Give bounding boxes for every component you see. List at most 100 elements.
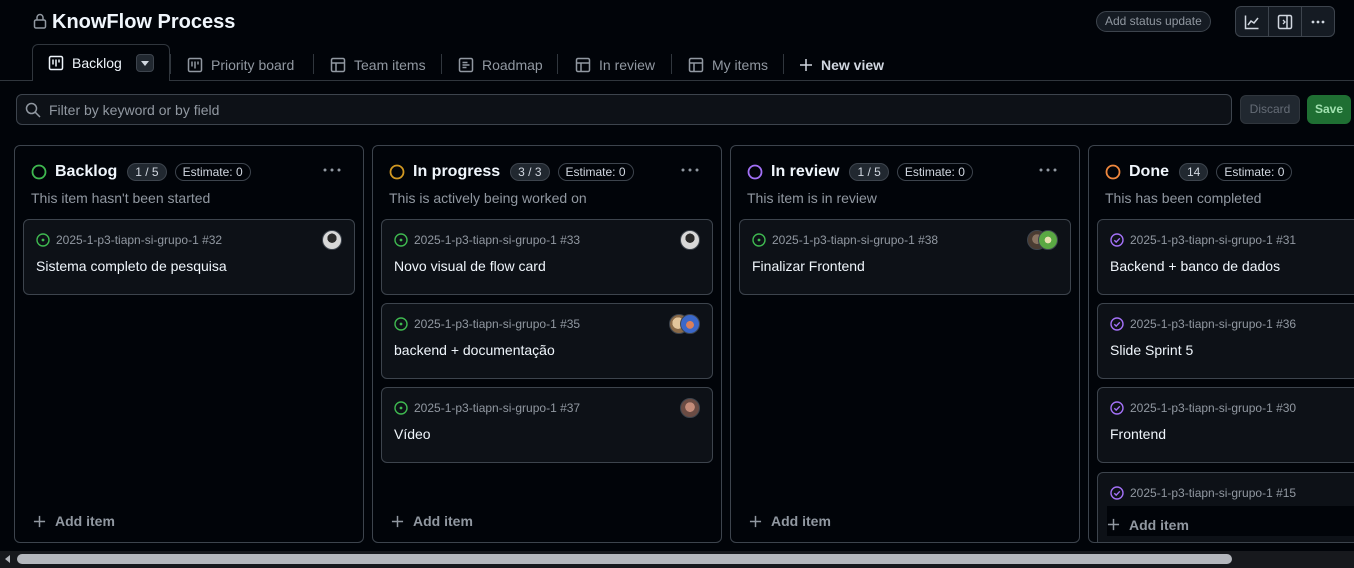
- tab-label: Backlog: [72, 55, 122, 71]
- scroll-left-arrow[interactable]: [5, 555, 10, 563]
- column-menu-button[interactable]: [1039, 160, 1057, 176]
- project-board-icon: [48, 55, 64, 71]
- issue-reference: 2025-1-p3-tiapn-si-grupo-1 #37: [394, 401, 580, 415]
- issue-title[interactable]: Vídeo: [394, 426, 431, 442]
- tab-divider: [671, 54, 672, 74]
- issue-card[interactable]: 2025-1-p3-tiapn-si-grupo-1 #36 Slide Spr…: [1097, 303, 1354, 379]
- assignees[interactable]: [680, 230, 700, 250]
- issue-opened-icon: [394, 401, 408, 415]
- add-item-button[interactable]: Add item: [391, 513, 473, 529]
- issue-closed-icon: [1110, 233, 1124, 247]
- project-title: KnowFlow Process: [52, 11, 236, 33]
- assignees[interactable]: [322, 230, 342, 250]
- project-board-icon: [187, 57, 203, 73]
- issue-ref-text: 2025-1-p3-tiapn-si-grupo-1 #30: [1130, 401, 1297, 415]
- column-done: Done 14 Estimate: 0 This has been comple…: [1088, 145, 1354, 543]
- add-item-button[interactable]: Add item: [33, 513, 115, 529]
- add-item-button[interactable]: Add item: [749, 513, 831, 529]
- new-view-button[interactable]: New view: [799, 54, 884, 76]
- discard-button[interactable]: Discard: [1240, 95, 1300, 124]
- issue-title[interactable]: Sistema completo de pesquisa: [36, 258, 227, 274]
- issue-title[interactable]: backend + documentação: [394, 342, 555, 358]
- insights-button[interactable]: [1236, 7, 1269, 36]
- column-description: This is actively being worked on: [389, 190, 587, 206]
- issue-reference: 2025-1-p3-tiapn-si-grupo-1 #31: [1110, 233, 1296, 247]
- issue-title[interactable]: Slide Sprint 5: [1110, 342, 1193, 358]
- kebab-horizontal-icon: [1039, 168, 1057, 172]
- kebab-horizontal-icon: [323, 168, 341, 172]
- issue-title[interactable]: Novo visual de flow card: [394, 258, 546, 274]
- scrollbar-thumb[interactable]: [17, 554, 1232, 564]
- add-status-update-button[interactable]: Add status update: [1096, 11, 1211, 32]
- column-menu-button[interactable]: [323, 160, 341, 176]
- issue-card[interactable]: 2025-1-p3-tiapn-si-grupo-1 #33 Novo visu…: [381, 219, 713, 295]
- column-in-progress: In progress 3 / 3 Estimate: 0 This is ac…: [372, 145, 722, 543]
- horizontal-scrollbar[interactable]: [0, 551, 1354, 568]
- estimate-badge: Estimate: 0: [174, 163, 251, 181]
- column-menu-button[interactable]: [681, 160, 699, 176]
- issue-reference: 2025-1-p3-tiapn-si-grupo-1 #38: [752, 233, 938, 247]
- issue-reference: 2025-1-p3-tiapn-si-grupo-1 #30: [1110, 401, 1296, 415]
- tab-backlog[interactable]: Backlog: [32, 44, 170, 81]
- lock-icon: [33, 13, 47, 29]
- column-backlog: Backlog 1 / 5 Estimate: 0 This item hasn…: [14, 145, 364, 543]
- save-button[interactable]: Save: [1307, 95, 1351, 124]
- issue-closed-icon: [1110, 486, 1124, 500]
- add-item-label: Add item: [55, 513, 115, 529]
- issue-ref-text: 2025-1-p3-tiapn-si-grupo-1 #38: [772, 233, 939, 247]
- column-description: This has been completed: [1105, 190, 1262, 206]
- issue-card[interactable]: 2025-1-p3-tiapn-si-grupo-1 #35 backend +…: [381, 303, 713, 379]
- issue-reference: 2025-1-p3-tiapn-si-grupo-1 #32: [36, 233, 222, 247]
- view-tabs: Backlog Priority board Team items Roadma…: [0, 44, 1354, 81]
- status-circle-icon: [747, 164, 763, 180]
- issue-card[interactable]: 2025-1-p3-tiapn-si-grupo-1 #30 Frontend: [1097, 387, 1354, 463]
- tab-label: Team items: [354, 57, 426, 73]
- assignees[interactable]: [669, 314, 700, 334]
- tab-divider: [313, 54, 314, 74]
- toggle-panel-button[interactable]: [1269, 7, 1302, 36]
- tab-label: Priority board: [211, 57, 295, 73]
- kebab-horizontal-icon: [681, 168, 699, 172]
- tab-label: New view: [821, 57, 885, 73]
- issue-card[interactable]: 2025-1-p3-tiapn-si-grupo-1 #37 Vídeo: [381, 387, 713, 463]
- avatar: [680, 230, 700, 250]
- avatar: [1038, 230, 1058, 250]
- issue-title[interactable]: Frontend: [1110, 426, 1166, 442]
- issue-title[interactable]: Backend + banco de dados: [1110, 258, 1280, 274]
- add-item-button[interactable]: Add item: [1107, 506, 1354, 536]
- issue-card[interactable]: 2025-1-p3-tiapn-si-grupo-1 #31 Backend +…: [1097, 219, 1354, 295]
- estimate-badge: Estimate: 0: [1216, 163, 1293, 181]
- issue-opened-icon: [394, 317, 408, 331]
- assignees[interactable]: [1027, 230, 1058, 250]
- issue-card[interactable]: 2025-1-p3-tiapn-si-grupo-1 #32 Sistema c…: [23, 219, 355, 295]
- assignees[interactable]: [680, 398, 700, 418]
- issue-reference: 2025-1-p3-tiapn-si-grupo-1 #33: [394, 233, 580, 247]
- status-circle-icon: [31, 164, 47, 180]
- avatar: [322, 230, 342, 250]
- column-title: Done: [1129, 163, 1169, 180]
- avatar: [680, 314, 700, 334]
- tab-label: My items: [712, 57, 768, 73]
- issue-card[interactable]: 2025-1-p3-tiapn-si-grupo-1 #38 Finalizar…: [739, 219, 1071, 295]
- column-header: Backlog 1 / 5 Estimate: 0: [31, 162, 251, 182]
- issue-title[interactable]: Finalizar Frontend: [752, 258, 865, 274]
- add-item-label: Add item: [771, 513, 831, 529]
- header-actions: [1235, 6, 1335, 37]
- more-options-button[interactable]: [1302, 7, 1334, 36]
- tab-roadmap[interactable]: Roadmap: [458, 54, 543, 76]
- tab-in-review[interactable]: In review: [575, 54, 655, 76]
- column-header: In progress 3 / 3 Estimate: 0: [389, 162, 634, 182]
- issue-ref-text: 2025-1-p3-tiapn-si-grupo-1 #35: [414, 317, 581, 331]
- tab-my-items[interactable]: My items: [688, 54, 768, 76]
- search-icon: [25, 102, 41, 118]
- tab-priority-board[interactable]: Priority board: [187, 54, 294, 76]
- item-count-badge: 3 / 3: [510, 163, 550, 181]
- issue-ref-text: 2025-1-p3-tiapn-si-grupo-1 #32: [56, 233, 223, 247]
- view-options-dropdown[interactable]: [135, 54, 154, 72]
- column-in-review: In review 1 / 5 Estimate: 0 This item is…: [730, 145, 1080, 543]
- tab-team-items[interactable]: Team items: [330, 54, 426, 76]
- issue-opened-icon: [36, 233, 50, 247]
- avatar: [680, 398, 700, 418]
- filter-input[interactable]: [49, 101, 1199, 118]
- add-item-label: Add item: [1129, 516, 1189, 533]
